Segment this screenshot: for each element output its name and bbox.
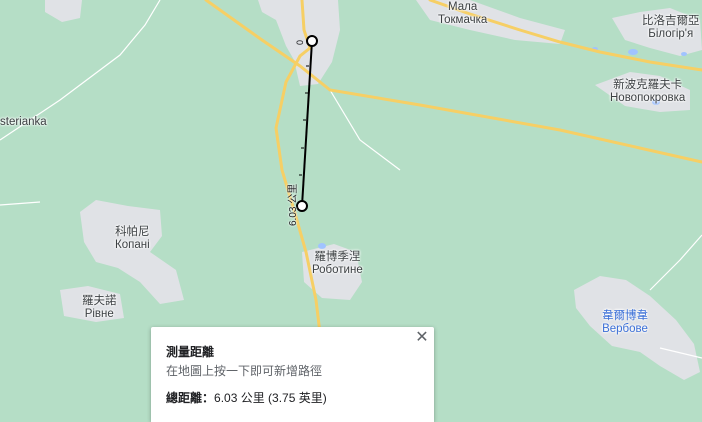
close-icon[interactable]: ✕ [414, 330, 430, 346]
card-total-prefix: 總距離： [166, 391, 215, 405]
place-name-local: 比洛吉爾亞 [642, 15, 700, 27]
place-mala-tokmachka: Мала Токмачка [438, 1, 487, 27]
place-name-local: 韋爾博韋 [602, 310, 648, 322]
place-name-local: 科帕尼 [115, 226, 150, 238]
place-name-cyrillic: Рівне [84, 308, 114, 320]
measure-distance-card: 測量距離 在地圖上按一下即可新增路徑 總距離：6.03 公里 (3.75 英里)… [151, 327, 434, 422]
place-name-local: 新波克羅夫卡 [613, 79, 683, 91]
place-name-cyrillic: Білогір'я [648, 28, 694, 40]
place-name-local: 羅博季涅 [314, 251, 361, 263]
card-total: 總距離：6.03 公里 (3.75 英里) [166, 389, 327, 406]
place-name-local: Мала [448, 1, 478, 13]
place-robotyne: 羅博季涅 Роботине [312, 251, 363, 277]
place-bilohirya: 比洛吉爾亞 Білогір'я [642, 15, 700, 41]
place-name-cyrillic: Новопокровка [610, 92, 686, 104]
measure-start-label: 0 [295, 39, 305, 45]
place-sterianka: sterianka [0, 116, 47, 129]
place-name-cyrillic: Токмачка [438, 14, 488, 26]
place-name-cyrillic: Роботине [312, 264, 363, 276]
measure-start-point[interactable] [306, 35, 318, 47]
card-title: 測量距離 [166, 345, 215, 359]
place-verbove: 韋爾博韋 Вербове [602, 310, 648, 336]
place-name-cyrillic: sterianka [0, 116, 47, 128]
pond-4 [318, 243, 326, 249]
place-rivne: 羅夫諾 Рівне [82, 295, 117, 321]
card-hint: 在地圖上按一下即可新增路徑 [166, 364, 323, 378]
place-name-cyrillic: Копані [115, 239, 150, 251]
place-kopani: 科帕尼 Копані [115, 226, 150, 252]
place-novopokrovka: 新波克羅夫卡 Новопокровка [610, 79, 685, 105]
pond-1 [628, 49, 638, 55]
card-total-value: 6.03 公里 (3.75 英里) [214, 391, 327, 405]
place-name-local: 羅夫諾 [82, 295, 117, 307]
pond-5 [681, 52, 687, 56]
place-name-cyrillic: Вербове [602, 323, 648, 335]
measure-distance-label: 6.03 公里 [288, 183, 299, 226]
